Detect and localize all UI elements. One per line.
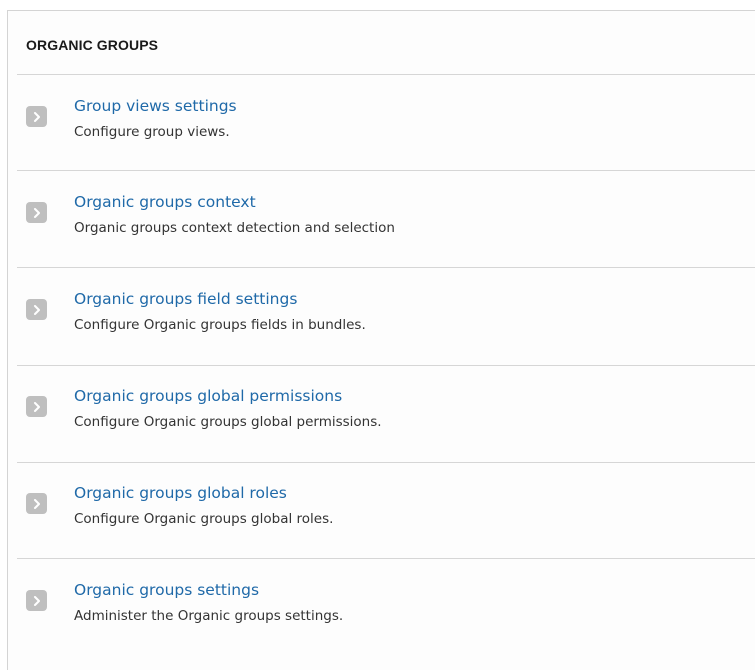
divider — [17, 170, 755, 171]
divider — [17, 365, 755, 366]
divider — [17, 462, 755, 463]
divider — [17, 267, 755, 268]
divider — [17, 74, 755, 75]
item-description: Administer the Organic groups settings. — [74, 608, 344, 624]
organic-groups-global-permissions-link[interactable]: Organic groups global permissions — [74, 387, 342, 405]
organic-groups-settings-link[interactable]: Organic groups settings — [74, 581, 259, 599]
organic-groups-field-settings-link[interactable]: Organic groups field settings — [74, 290, 297, 308]
chevron-right-icon[interactable] — [26, 202, 47, 223]
list-item: Organic groups global permissions Config… — [8, 383, 755, 443]
admin-panel: ORGANIC GROUPS Group views settings Conf… — [7, 10, 755, 670]
item-description: Organic groups context detection and sel… — [74, 220, 395, 236]
chevron-right-icon[interactable] — [26, 590, 47, 611]
chevron-right-icon[interactable] — [26, 106, 47, 127]
list-item: Organic groups context Organic groups co… — [8, 189, 755, 249]
item-description: Configure Organic groups global permissi… — [74, 414, 382, 430]
list-item: Organic groups global roles Configure Or… — [8, 480, 755, 540]
chevron-right-icon[interactable] — [26, 299, 47, 320]
organic-groups-context-link[interactable]: Organic groups context — [74, 193, 256, 211]
chevron-right-icon[interactable] — [26, 396, 47, 417]
list-item: Organic groups field settings Configure … — [8, 286, 755, 346]
panel-title: ORGANIC GROUPS — [26, 37, 159, 53]
item-description: Configure group views. — [74, 124, 230, 140]
group-views-settings-link[interactable]: Group views settings — [74, 97, 237, 115]
divider — [17, 558, 755, 559]
item-description: Configure Organic groups fields in bundl… — [74, 317, 366, 333]
list-item: Group views settings Configure group vie… — [8, 93, 755, 153]
item-description: Configure Organic groups global roles. — [74, 511, 334, 527]
chevron-right-icon[interactable] — [26, 493, 47, 514]
list-item: Organic groups settings Administer the O… — [8, 577, 755, 637]
organic-groups-global-roles-link[interactable]: Organic groups global roles — [74, 484, 287, 502]
